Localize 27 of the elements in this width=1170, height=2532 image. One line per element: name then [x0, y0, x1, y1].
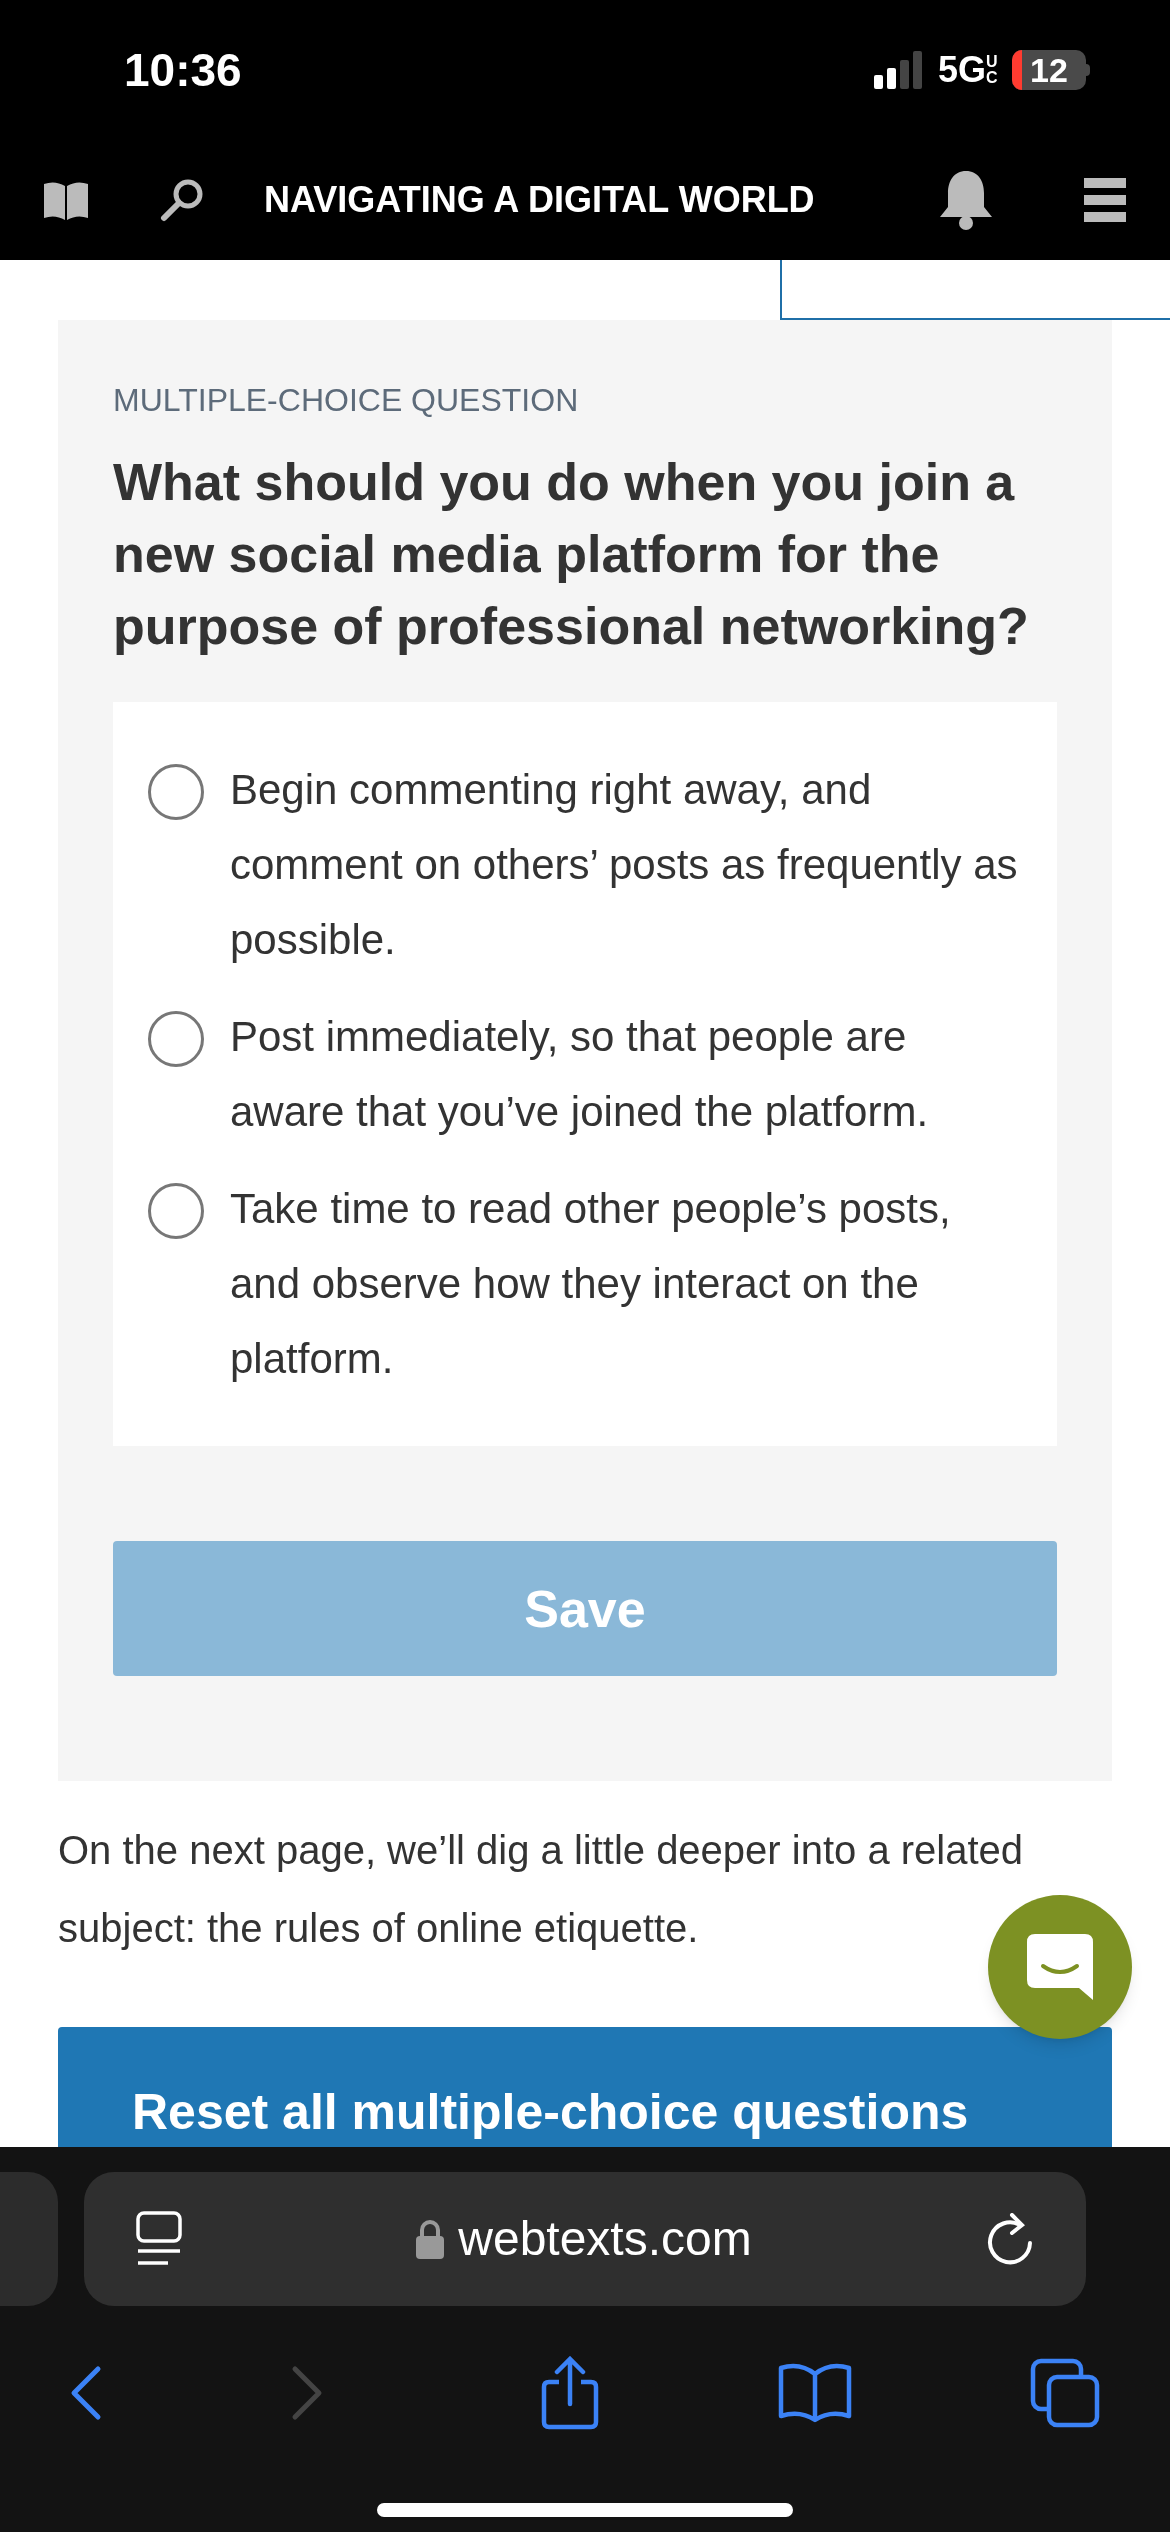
tabs-icon[interactable]	[1030, 2358, 1100, 2428]
reset-button[interactable]: Reset all multiple-choice questions	[58, 2027, 1112, 2147]
chat-icon	[1027, 1934, 1093, 2000]
signal-icon	[873, 51, 924, 89]
radio-button[interactable]	[148, 1011, 204, 1067]
question-label: MULTIPLE-CHOICE QUESTION	[113, 381, 580, 420]
answer-option[interactable]: Begin commenting right away, and comment on others’ posts as frequently as possible.	[148, 752, 1022, 977]
header-title: NAVIGATING A DIGITAL WORLD	[264, 178, 815, 222]
answer-option[interactable]: Post immediately, so that people are aware that you’ve joined the platform.	[148, 999, 1022, 1149]
reader-icon[interactable]	[136, 2211, 182, 2267]
paragraph: On the next page, we’ll dig a little deeper into a related subject: the rules of online etiquette.	[58, 1827, 1025, 1952]
lock-icon	[416, 2219, 445, 2259]
question-text: What should you do when you join a new social media platform for the purpose of professional networking?	[113, 452, 1030, 657]
bell-icon[interactable]	[938, 169, 994, 231]
search-icon[interactable]	[160, 178, 204, 222]
answer-option[interactable]: Take time to read other people’s posts, and observe how they interact on the platform.	[148, 1171, 1022, 1396]
status-time: 10:36	[124, 42, 242, 98]
reload-icon[interactable]	[986, 2213, 1034, 2265]
share-icon[interactable]	[541, 2356, 599, 2430]
address-bar[interactable]: webtexts.com	[84, 2172, 1086, 2306]
menu-icon[interactable]	[1084, 178, 1126, 222]
back-icon[interactable]	[70, 2365, 102, 2421]
book-icon[interactable]	[44, 180, 88, 220]
radio-button[interactable]	[148, 1183, 204, 1239]
bookmarks-icon[interactable]	[777, 2362, 852, 2424]
url-text: webtexts.com	[458, 2211, 752, 2267]
radio-button[interactable]	[148, 764, 204, 820]
